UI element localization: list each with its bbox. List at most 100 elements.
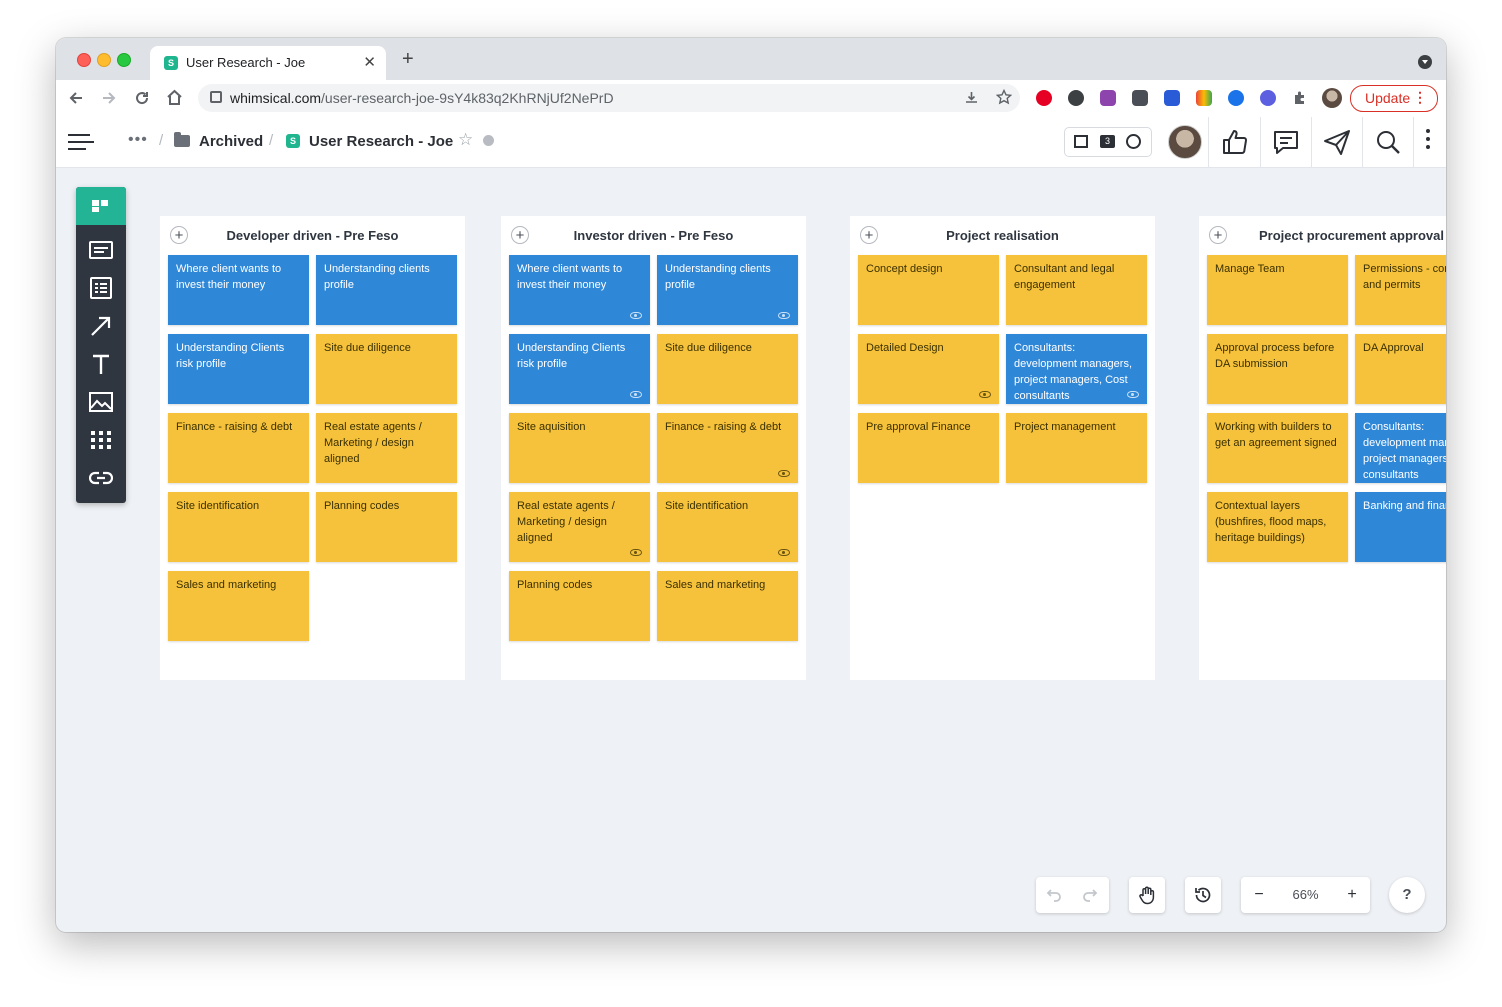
card[interactable]: Project management [1006, 413, 1147, 483]
card[interactable]: Sales and marketing [657, 571, 798, 641]
redo-icon[interactable] [1082, 887, 1098, 903]
link-tool[interactable] [76, 459, 126, 497]
card[interactable]: Sales and marketing [168, 571, 309, 641]
card[interactable]: Working with builders to get an agreemen… [1207, 413, 1348, 483]
card[interactable]: Contextual layers (bushfires, flood maps… [1207, 492, 1348, 562]
undo-icon[interactable] [1046, 887, 1062, 903]
zoom-out-button[interactable]: − [1241, 877, 1277, 913]
browser-tab[interactable]: S User Research - Joe ✕ [150, 46, 386, 80]
comment-icon[interactable] [1269, 125, 1303, 159]
board-project-realisation[interactable]: + Project realisation Concept design Cons… [850, 216, 1155, 680]
card[interactable]: Where client wants to invest their money [509, 255, 650, 325]
card[interactable]: Understanding Clients risk profile [509, 334, 650, 404]
vpn-extension-icon[interactable] [1260, 90, 1276, 106]
page-title[interactable]: User Research - Joe [309, 133, 453, 150]
favorite-star-icon[interactable]: ☆ [458, 130, 473, 150]
board-title[interactable]: Investor driven - Pre Feso [501, 228, 806, 243]
eye-icon[interactable] [630, 391, 642, 398]
breadcrumb-archived[interactable]: Archived [199, 133, 263, 150]
card-tool[interactable] [76, 231, 126, 269]
card[interactable]: Banking and finance [1355, 492, 1446, 562]
history-icon[interactable] [1193, 885, 1213, 905]
card[interactable]: Real estate agents / Marketing / design … [316, 413, 457, 483]
card[interactable]: Consultants: development managers, proje… [1355, 413, 1446, 483]
eye-icon[interactable] [979, 391, 991, 398]
rp-extension-icon[interactable] [1100, 90, 1116, 106]
board-title[interactable]: Developer driven - Pre Feso [160, 228, 465, 243]
card[interactable]: Finance - raising & debt [168, 413, 309, 483]
sidebar-toggle-icon[interactable] [68, 132, 94, 152]
card[interactable]: Approval process before DA submission [1207, 334, 1348, 404]
extensions-puzzle-icon[interactable] [1292, 90, 1308, 106]
more-tools[interactable] [76, 421, 126, 459]
card[interactable]: Site due diligence [657, 334, 798, 404]
card[interactable]: Permissions - consents and permits [1355, 255, 1446, 325]
text-tool[interactable] [76, 345, 126, 383]
card[interactable]: Where client wants to invest their money [168, 255, 309, 325]
board-developer-driven[interactable]: + Developer driven - Pre Feso Where clie… [160, 216, 465, 680]
back-icon[interactable] [68, 90, 84, 106]
card[interactable]: DA Approval [1355, 334, 1446, 404]
card[interactable]: Planning codes [509, 571, 650, 641]
share-send-icon[interactable] [1320, 125, 1354, 159]
update-button[interactable]: Update ⋮ [1350, 85, 1438, 112]
maximize-window-button[interactable] [117, 53, 131, 67]
image-tool[interactable] [76, 383, 126, 421]
bookmark-star-icon[interactable] [996, 89, 1012, 105]
card[interactable]: Site due diligence [316, 334, 457, 404]
grid-extension-icon[interactable] [1132, 90, 1148, 106]
chrome-menu-icon[interactable]: ⋮ [1413, 89, 1427, 106]
hand-pan-icon[interactable] [1137, 885, 1157, 905]
card[interactable]: Consultants: development managers, proje… [1006, 334, 1147, 404]
reload-icon[interactable] [134, 90, 150, 106]
card[interactable]: Understanding clients profile [316, 255, 457, 325]
install-icon[interactable] [964, 90, 979, 105]
arrow-tool[interactable] [76, 307, 126, 345]
forward-icon[interactable] [101, 90, 117, 106]
collaborators-button[interactable]: 3 [1064, 127, 1152, 157]
eye-icon[interactable] [778, 312, 790, 319]
board-project-procurement[interactable]: + Project procurement approval Manage Te… [1199, 216, 1446, 680]
card[interactable]: Real estate agents / Marketing / design … [509, 492, 650, 562]
new-tab-button[interactable]: + [402, 48, 414, 71]
rainbow-extension-icon[interactable] [1196, 90, 1212, 106]
card[interactable]: Site identification [168, 492, 309, 562]
eye-icon[interactable] [630, 312, 642, 319]
eye-icon[interactable] [1127, 391, 1139, 398]
more-menu-icon[interactable] [1426, 129, 1430, 153]
more-breadcrumbs-button[interactable]: ••• [128, 131, 148, 149]
address-bar[interactable]: whimsical.com/user-research-joe-9sY4k83q… [198, 84, 1020, 112]
calendar-extension-icon[interactable] [1164, 90, 1180, 106]
thumbs-up-icon[interactable] [1218, 125, 1252, 159]
board-investor-driven[interactable]: + Investor driven - Pre Feso Where clien… [501, 216, 806, 680]
card[interactable]: Planning codes [316, 492, 457, 562]
board-tool[interactable] [76, 187, 126, 225]
zoom-in-button[interactable]: + [1334, 877, 1370, 913]
card[interactable]: Consultant and legal engagement [1006, 255, 1147, 325]
pinterest-extension-icon[interactable] [1036, 90, 1052, 106]
tab-search-icon[interactable] [1418, 55, 1432, 69]
list-tool[interactable] [76, 269, 126, 307]
help-button[interactable]: ? [1389, 877, 1425, 913]
eye-icon[interactable] [630, 549, 642, 556]
profile-avatar[interactable] [1322, 88, 1342, 108]
card[interactable]: Site identification [657, 492, 798, 562]
panda-extension-icon[interactable] [1068, 90, 1084, 106]
board-title[interactable]: Project realisation [850, 228, 1155, 243]
card[interactable]: Manage Team [1207, 255, 1348, 325]
eye-icon[interactable] [778, 549, 790, 556]
card[interactable]: Concept design [858, 255, 999, 325]
board-title[interactable]: Project procurement approval [1199, 228, 1446, 243]
card[interactable]: Pre approval Finance [858, 413, 999, 483]
eye-icon[interactable] [778, 470, 790, 477]
tab-close-icon[interactable]: ✕ [363, 53, 376, 71]
close-window-button[interactable] [77, 53, 91, 67]
avatar[interactable] [1168, 125, 1202, 159]
card[interactable]: Understanding clients profile [657, 255, 798, 325]
minimize-window-button[interactable] [97, 53, 111, 67]
lens-extension-icon[interactable] [1228, 90, 1244, 106]
card[interactable]: Detailed Design [858, 334, 999, 404]
card[interactable]: Finance - raising & debt [657, 413, 798, 483]
home-icon[interactable] [166, 89, 183, 106]
card[interactable]: Understanding Clients risk profile [168, 334, 309, 404]
